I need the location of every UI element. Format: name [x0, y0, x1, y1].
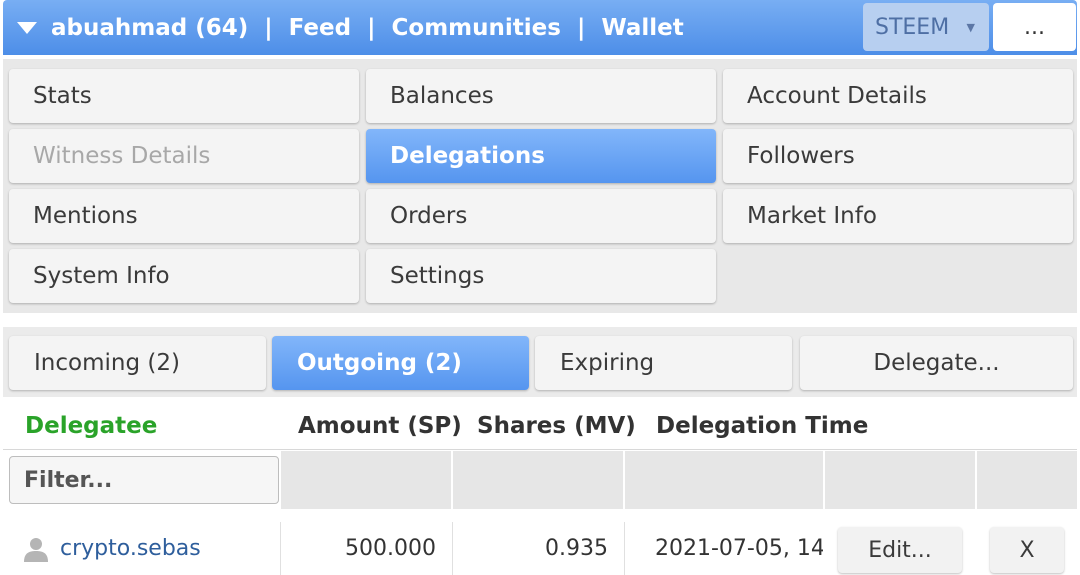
chain-select[interactable]: STEEM ▼	[863, 3, 989, 51]
menu-balances-button[interactable]: Balances	[366, 69, 716, 123]
menu-stats-button[interactable]: Stats	[9, 69, 359, 123]
tab-outgoing[interactable]: Outgoing (2)	[272, 336, 529, 390]
menu-account-details-button[interactable]: Account Details	[723, 69, 1073, 123]
delegate-button[interactable]: Delegate...	[800, 336, 1073, 390]
table-row: crypto.sebas 500.000 0.935 2021-07-05, 1…	[3, 522, 1077, 575]
delegatee-link[interactable]: crypto.sebas	[60, 522, 275, 575]
more-button[interactable]: ...	[993, 3, 1076, 51]
feed-link[interactable]: Feed	[289, 15, 351, 41]
filter-cell	[625, 451, 823, 509]
filter-cell	[281, 451, 451, 509]
filter-row	[3, 451, 1077, 509]
amount-cell: 500.000	[345, 536, 436, 561]
filter-cell	[825, 451, 975, 509]
filter-cell	[453, 451, 623, 509]
chevron-down-icon: ▼	[966, 20, 975, 34]
account-dropdown-icon[interactable]	[17, 21, 37, 34]
remove-delegation-button[interactable]: X	[990, 527, 1064, 573]
column-header-amount[interactable]: Amount (SP)	[298, 402, 462, 449]
top-nav-bar: abuahmad (64) | Feed | Communities | Wal…	[3, 0, 1077, 55]
nav-separator: |	[367, 14, 376, 41]
menu-system-info-button[interactable]: System Info	[9, 249, 359, 303]
cell-divider	[624, 522, 625, 575]
delegation-time-cell: 2021-07-05, 14:	[655, 536, 823, 561]
edit-delegation-button[interactable]: Edit...	[838, 527, 962, 573]
column-header-shares[interactable]: Shares (MV)	[477, 402, 636, 449]
menu-followers-button[interactable]: Followers	[723, 129, 1073, 183]
column-header-delegation-time[interactable]: Delegation Time	[656, 402, 868, 449]
tab-incoming[interactable]: Incoming (2)	[9, 336, 266, 390]
menu-witness-details-button: Witness Details	[9, 129, 359, 183]
menu-orders-button[interactable]: Orders	[366, 189, 716, 243]
wallet-link[interactable]: Wallet	[601, 15, 683, 41]
delegation-tabs: Incoming (2) Outgoing (2) Expiring Deleg…	[3, 327, 1077, 397]
menu-market-info-button[interactable]: Market Info	[723, 189, 1073, 243]
user-icon	[24, 538, 48, 562]
table-header: Delegatee Amount (SP) Shares (MV) Delega…	[3, 402, 1077, 449]
cell-divider	[280, 522, 281, 575]
menu-settings-button[interactable]: Settings	[366, 249, 716, 303]
section-menu: Stats Balances Account Details Witness D…	[3, 59, 1077, 313]
filter-input[interactable]	[9, 456, 279, 504]
shares-cell: 0.935	[545, 536, 608, 561]
communities-link[interactable]: Communities	[392, 15, 561, 41]
filter-cell	[977, 451, 1077, 509]
column-header-delegatee[interactable]: Delegatee	[25, 402, 157, 449]
menu-delegations-button[interactable]: Delegations	[366, 129, 716, 183]
chain-select-value: STEEM	[875, 14, 950, 40]
account-link[interactable]: abuahmad (64)	[51, 15, 248, 41]
menu-mentions-button[interactable]: Mentions	[9, 189, 359, 243]
tab-expiring[interactable]: Expiring	[535, 336, 792, 390]
nav-separator: |	[576, 14, 586, 41]
nav-separator: |	[264, 14, 273, 41]
cell-divider	[452, 522, 453, 575]
header-divider	[3, 449, 1077, 450]
